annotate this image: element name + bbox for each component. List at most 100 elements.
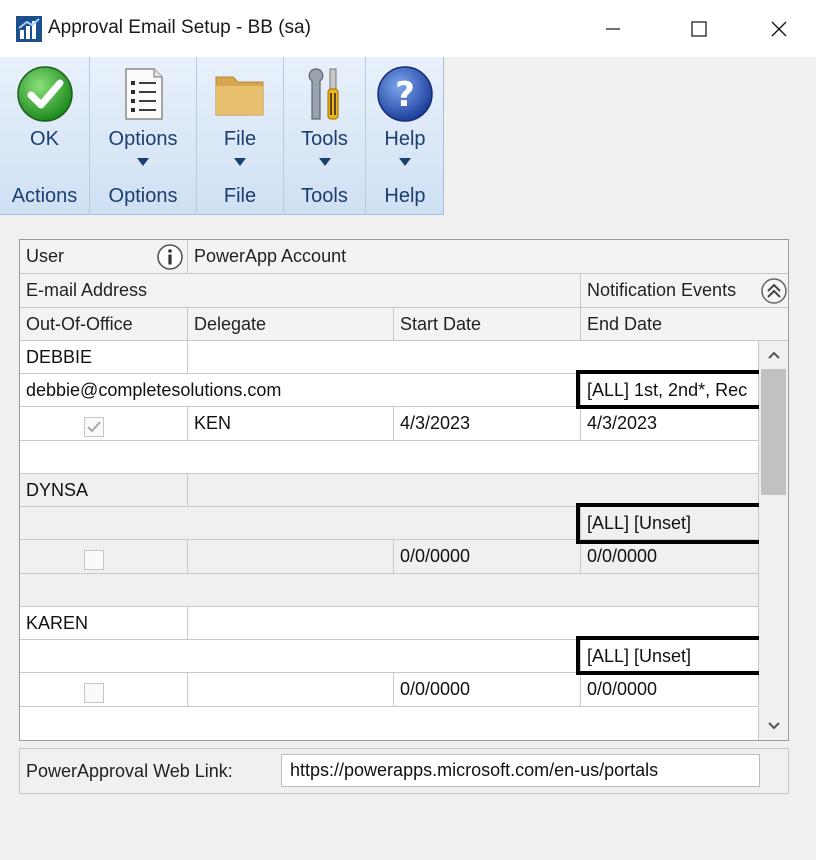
- ok-button[interactable]: OK: [0, 57, 89, 179]
- options-button[interactable]: Options: [90, 57, 196, 179]
- ribbon-bar: OK Actions Options Options File File Too…: [0, 57, 444, 215]
- header-user[interactable]: User: [20, 240, 188, 274]
- header-powerapp-account[interactable]: PowerApp Account: [188, 240, 788, 274]
- help-button-label: Help: [384, 128, 426, 150]
- header-user-label: User: [26, 246, 65, 266]
- header-end-date-label: End Date: [587, 313, 663, 334]
- minimize-icon: [606, 27, 620, 30]
- start-date-value: 0/0/0000: [400, 679, 471, 699]
- checkmark-icon: [87, 421, 101, 433]
- header-powerapp-account-label: PowerApp Account: [194, 246, 347, 266]
- svg-text:?: ?: [395, 75, 415, 115]
- cell-start-date[interactable]: 4/3/2023: [394, 407, 581, 441]
- row-spacer: [20, 441, 759, 474]
- file-button-label: File: [223, 128, 257, 150]
- info-icon[interactable]: [156, 243, 184, 271]
- email-value: debbie@completesolutions.com: [26, 379, 282, 400]
- highlight-box: [576, 636, 764, 675]
- start-date-value: 0/0/0000: [400, 546, 471, 566]
- web-link-label: PowerApproval Web Link:: [26, 761, 233, 781]
- user-value: DEBBIE: [26, 346, 93, 367]
- cell-start-date[interactable]: 0/0/0000: [394, 673, 581, 707]
- out-of-office-checkbox[interactable]: [84, 683, 104, 703]
- cell-out-of-office[interactable]: [20, 540, 188, 574]
- cell-delegate[interactable]: KEN: [188, 407, 394, 441]
- cell-delegate[interactable]: [188, 673, 394, 707]
- cell-end-date[interactable]: 4/3/2023: [581, 407, 759, 441]
- cell-email[interactable]: [20, 507, 581, 540]
- window-title: Approval Email Setup - BB (sa): [48, 17, 311, 38]
- scrollbar-thumb[interactable]: [761, 369, 786, 495]
- approval-users-grid: User PowerApp Account E-mail Address Not…: [19, 239, 789, 741]
- row-spacer: [20, 574, 759, 607]
- cell-end-date[interactable]: 0/0/0000: [581, 540, 759, 574]
- header-delegate[interactable]: Delegate: [188, 308, 394, 341]
- header-end-date[interactable]: End Date: [581, 308, 788, 341]
- header-email-address[interactable]: E-mail Address: [20, 274, 581, 308]
- app-chart-icon: [16, 16, 42, 42]
- highlight-box: [576, 503, 764, 544]
- group-label-actions: Actions: [11, 185, 78, 207]
- title-bar: Approval Email Setup - BB (sa): [0, 0, 816, 57]
- header-notification-events[interactable]: Notification Events: [581, 274, 788, 308]
- scroll-up-button[interactable]: [759, 341, 788, 369]
- tools-dropdown-arrow-icon: [318, 158, 331, 166]
- close-button[interactable]: [756, 0, 802, 57]
- row-spacer: [20, 707, 759, 740]
- group-label-help: Help: [384, 185, 426, 207]
- header-start-date[interactable]: Start Date: [394, 308, 581, 341]
- group-label-tools: Tools: [301, 185, 348, 207]
- end-date-value: 0/0/0000: [587, 546, 658, 566]
- cell-user[interactable]: DYNSA: [20, 474, 188, 507]
- end-date-value: 4/3/2023: [587, 413, 658, 433]
- collapse-rows-icon[interactable]: [760, 277, 788, 305]
- cell-end-date[interactable]: 0/0/0000: [581, 673, 759, 707]
- ribbon-group-help: ? Help Help: [366, 57, 444, 215]
- cell-user[interactable]: KAREN: [20, 607, 188, 640]
- tools-button[interactable]: Tools: [284, 57, 365, 179]
- close-icon: [771, 21, 787, 36]
- options-dropdown-arrow-icon: [137, 158, 149, 166]
- maximize-icon: [691, 20, 707, 37]
- cell-start-date[interactable]: 0/0/0000: [394, 540, 581, 574]
- header-email-address-label: E-mail Address: [26, 280, 148, 300]
- end-date-value: 0/0/0000: [587, 679, 658, 699]
- user-value: KAREN: [26, 612, 89, 633]
- cell-delegate[interactable]: [188, 540, 394, 574]
- maximize-button[interactable]: [676, 0, 722, 57]
- green-check-icon: [16, 66, 73, 122]
- ribbon-group-tools: Tools Tools: [284, 57, 366, 215]
- tools-button-label: Tools: [301, 128, 348, 150]
- user-value: DYNSA: [26, 479, 89, 500]
- cell-out-of-office[interactable]: [20, 673, 188, 707]
- minimize-button[interactable]: [590, 0, 636, 57]
- cell-user[interactable]: DEBBIE: [20, 341, 188, 374]
- cell-email[interactable]: debbie@completesolutions.com: [20, 374, 581, 407]
- highlight-box: [576, 370, 764, 409]
- header-notification-events-label: Notification Events: [587, 280, 737, 300]
- options-button-label: Options: [108, 128, 178, 150]
- ribbon-group-file: File File: [197, 57, 284, 215]
- vertical-scrollbar[interactable]: [759, 341, 788, 740]
- help-dropdown-arrow-icon: [399, 158, 411, 166]
- wrench-screwdriver-icon: [308, 68, 339, 120]
- help-icon: ?: [377, 66, 433, 122]
- web-link-input[interactable]: https://powerapps.microsoft.com/en-us/po…: [281, 754, 760, 787]
- ok-button-label: OK: [30, 128, 59, 150]
- cell-email[interactable]: [20, 640, 581, 673]
- header-out-of-office[interactable]: Out-Of-Office: [20, 308, 188, 341]
- ribbon-group-options: Options Options: [90, 57, 197, 215]
- help-button[interactable]: ? Help: [366, 57, 444, 179]
- out-of-office-checkbox[interactable]: [84, 550, 104, 570]
- chevron-down-icon: [767, 722, 780, 730]
- header-start-date-label: Start Date: [400, 313, 482, 334]
- ribbon: OK Actions Options Options File File Too…: [0, 57, 816, 215]
- group-label-options: Options: [108, 185, 178, 207]
- scroll-down-button[interactable]: [759, 712, 788, 740]
- delegate-value: KEN: [194, 413, 232, 433]
- chevron-up-icon: [767, 351, 780, 359]
- cell-out-of-office[interactable]: [20, 407, 188, 441]
- out-of-office-checkbox[interactable]: [84, 417, 104, 437]
- file-button[interactable]: File: [197, 57, 283, 179]
- header-delegate-label: Delegate: [194, 313, 267, 334]
